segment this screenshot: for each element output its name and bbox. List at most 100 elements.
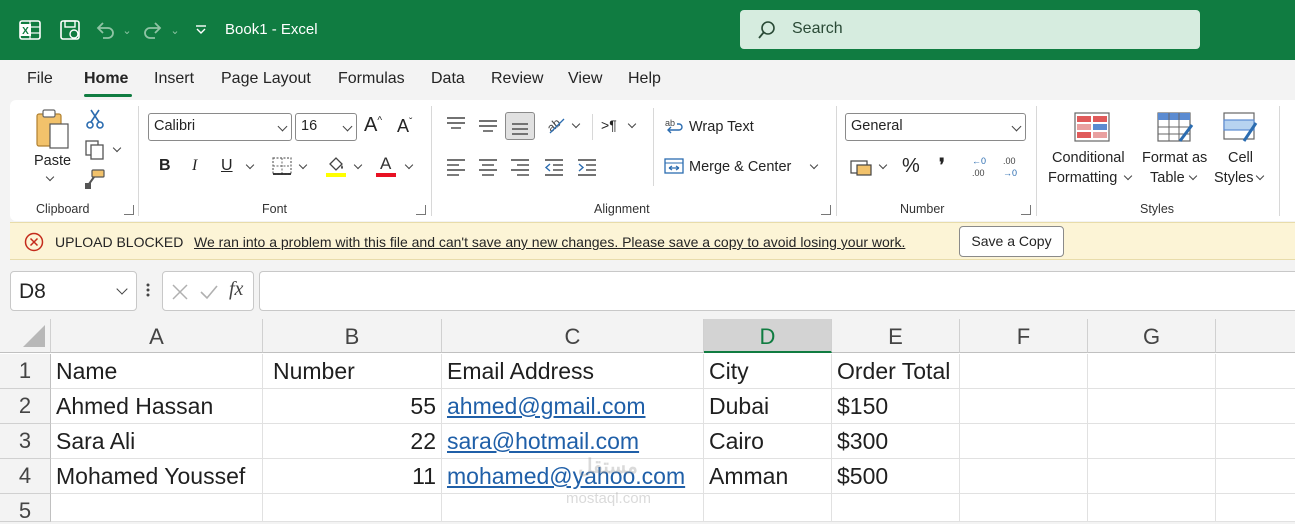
cell-d4[interactable]: Amman bbox=[704, 459, 832, 494]
column-header-a[interactable]: A bbox=[51, 319, 263, 353]
cell-d5[interactable] bbox=[704, 494, 832, 522]
cell-e1[interactable]: Order Total bbox=[832, 354, 960, 389]
bold-button[interactable]: B bbox=[159, 157, 171, 175]
underline-button[interactable]: U bbox=[221, 157, 233, 175]
cell-c3[interactable]: sara@hotmail.com bbox=[442, 424, 704, 459]
comma-style-button[interactable]: ❜ bbox=[939, 155, 945, 176]
cell-h3[interactable] bbox=[1216, 424, 1295, 459]
format-as-table-icon[interactable] bbox=[1156, 111, 1196, 145]
customize-toolbar-icon[interactable] bbox=[188, 18, 214, 42]
increase-font-size-button[interactable]: A^ bbox=[364, 114, 382, 137]
cell-g2[interactable] bbox=[1088, 389, 1216, 424]
conditional-formatting-icon[interactable] bbox=[1073, 111, 1111, 143]
column-header-h[interactable]: H bbox=[1216, 319, 1295, 353]
row-header-2[interactable]: 2 bbox=[0, 389, 51, 424]
align-bottom-button[interactable] bbox=[505, 112, 535, 140]
formula-input[interactable] bbox=[259, 271, 1295, 311]
cell-styles-icon[interactable] bbox=[1222, 111, 1260, 145]
cell-d2[interactable]: Dubai bbox=[704, 389, 832, 424]
more-options-icon[interactable] bbox=[146, 282, 150, 298]
row-header-3[interactable]: 3 bbox=[0, 424, 51, 459]
save-a-copy-button[interactable]: Save a Copy bbox=[959, 226, 1064, 257]
cell-g5[interactable] bbox=[1088, 494, 1216, 522]
cell-e2[interactable]: $150 bbox=[832, 389, 960, 424]
tab-formulas[interactable]: Formulas bbox=[338, 70, 405, 88]
align-left-icon[interactable] bbox=[445, 157, 467, 177]
cell-g1[interactable] bbox=[1088, 354, 1216, 389]
column-header-d[interactable]: D bbox=[704, 319, 832, 353]
cancel-icon[interactable] bbox=[171, 283, 189, 301]
cell-e4[interactable]: $500 bbox=[832, 459, 960, 494]
cell-b4[interactable]: 11 bbox=[263, 459, 442, 494]
cell-a5[interactable] bbox=[51, 494, 263, 522]
cell-h4[interactable] bbox=[1216, 459, 1295, 494]
format-as-table-label-2[interactable]: Table bbox=[1150, 170, 1185, 186]
column-header-f[interactable]: F bbox=[960, 319, 1088, 353]
cell-f4[interactable] bbox=[960, 459, 1088, 494]
cell-f1[interactable] bbox=[960, 354, 1088, 389]
wrap-text-button[interactable]: Wrap Text bbox=[689, 119, 754, 135]
orientation-icon[interactable]: ab bbox=[544, 113, 568, 137]
search-box[interactable]: Search bbox=[740, 10, 1200, 49]
cell-e5[interactable] bbox=[832, 494, 960, 522]
borders-icon[interactable] bbox=[271, 156, 293, 176]
column-header-e[interactable]: E bbox=[832, 319, 960, 353]
select-all-corner[interactable] bbox=[0, 319, 51, 353]
increase-indent-icon[interactable] bbox=[576, 157, 598, 177]
text-direction-button[interactable]: >¶ bbox=[601, 117, 617, 133]
tab-page-layout[interactable]: Page Layout bbox=[221, 70, 311, 88]
cell-styles-label-2[interactable]: Styles bbox=[1214, 170, 1254, 186]
clipboard-launcher-icon[interactable] bbox=[124, 205, 134, 215]
font-size-select[interactable]: 16 bbox=[295, 113, 357, 141]
conditional-formatting-label-1[interactable]: Conditional bbox=[1052, 150, 1125, 166]
tab-view[interactable]: View bbox=[568, 70, 602, 88]
paste-label[interactable]: Paste bbox=[34, 153, 71, 169]
cell-f5[interactable] bbox=[960, 494, 1088, 522]
cell-b5[interactable] bbox=[263, 494, 442, 522]
cut-icon[interactable] bbox=[85, 108, 105, 130]
increase-decimal-icon[interactable]: ←0.00 bbox=[969, 154, 993, 180]
cell-d3[interactable]: Cairo bbox=[704, 424, 832, 459]
tab-data[interactable]: Data bbox=[431, 70, 465, 88]
decrease-font-size-button[interactable]: Aˇ bbox=[397, 116, 412, 137]
number-format-select[interactable]: General bbox=[845, 113, 1026, 141]
column-header-b[interactable]: B bbox=[263, 319, 442, 353]
decrease-indent-icon[interactable] bbox=[543, 157, 565, 177]
font-name-select[interactable]: Calibri bbox=[148, 113, 292, 141]
cell-b3[interactable]: 22 bbox=[263, 424, 442, 459]
cell-c2[interactable]: ahmed@gmail.com bbox=[442, 389, 704, 424]
align-center-icon[interactable] bbox=[477, 157, 499, 177]
row-header-4[interactable]: 4 bbox=[0, 459, 51, 494]
cell-h1[interactable] bbox=[1216, 354, 1295, 389]
excel-logo-icon[interactable]: X bbox=[17, 18, 43, 42]
undo-dropdown-icon[interactable]: ⌄ bbox=[114, 18, 140, 42]
tab-file[interactable]: File bbox=[27, 70, 53, 88]
merge-center-button[interactable]: Merge & Center bbox=[689, 159, 791, 175]
cell-a3[interactable]: Sara Ali bbox=[51, 424, 263, 459]
tab-insert[interactable]: Insert bbox=[154, 70, 194, 88]
cell-c4[interactable]: mohamed@yahoo.com bbox=[442, 459, 704, 494]
cell-g3[interactable] bbox=[1088, 424, 1216, 459]
column-header-g[interactable]: G bbox=[1088, 319, 1216, 353]
insert-function-button[interactable]: fx bbox=[229, 278, 243, 301]
cell-e3[interactable]: $300 bbox=[832, 424, 960, 459]
wrap-text-icon[interactable]: ab bbox=[665, 116, 685, 136]
cell-styles-label-1[interactable]: Cell bbox=[1228, 150, 1253, 166]
accounting-format-icon[interactable] bbox=[849, 157, 873, 177]
cell-h2[interactable] bbox=[1216, 389, 1295, 424]
cell-a2[interactable]: Ahmed Hassan bbox=[51, 389, 263, 424]
merge-center-icon[interactable] bbox=[663, 156, 685, 176]
cell-a1[interactable]: Name bbox=[51, 354, 263, 389]
percent-style-button[interactable]: % bbox=[902, 155, 920, 178]
decrease-decimal-icon[interactable]: .00 →0 bbox=[1000, 154, 1024, 180]
paste-icon[interactable] bbox=[34, 108, 72, 152]
cell-b2[interactable]: 55 bbox=[263, 389, 442, 424]
enter-check-icon[interactable] bbox=[199, 283, 219, 301]
save-icon[interactable] bbox=[57, 18, 83, 42]
font-launcher-icon[interactable] bbox=[416, 205, 426, 215]
cell-h5[interactable] bbox=[1216, 494, 1295, 522]
redo-dropdown-icon[interactable]: ⌄ bbox=[162, 18, 188, 42]
align-top-icon[interactable] bbox=[445, 115, 467, 135]
tab-help[interactable]: Help bbox=[628, 70, 661, 88]
tab-home[interactable]: Home bbox=[84, 70, 128, 88]
